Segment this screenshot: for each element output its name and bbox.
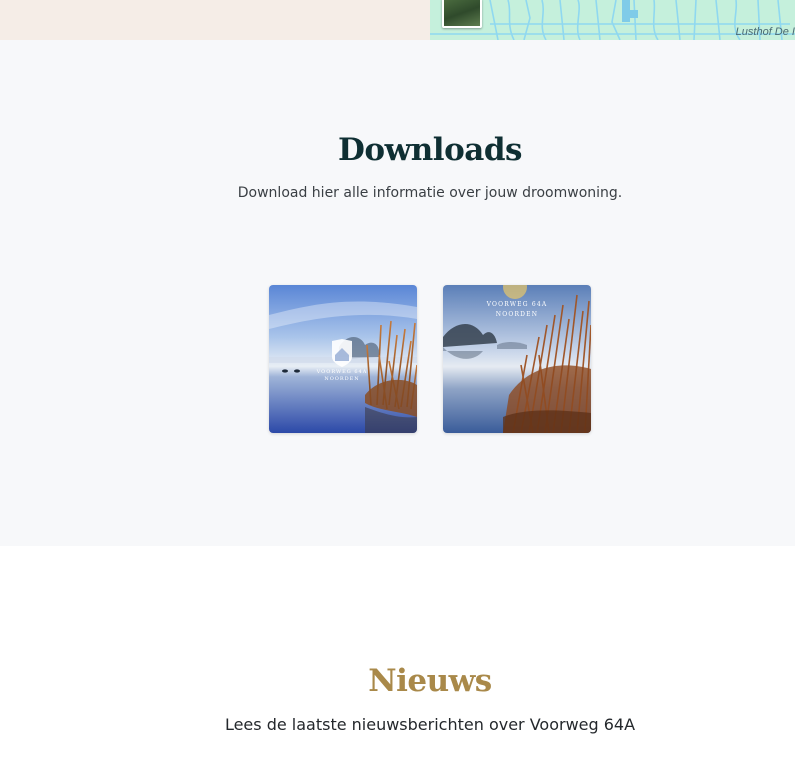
news-title: Nieuws xyxy=(368,663,492,699)
downloads-subtitle: Download hier alle informatie over jouw … xyxy=(237,185,623,201)
cover-overlay-subtext: NOORDEN xyxy=(324,376,359,382)
download-item-2[interactable]: VOORWEG 64A NOORDEN xyxy=(443,285,591,433)
map-embed[interactable]: Lusthof De I xyxy=(430,0,795,40)
cover-overlay-text: VOORWEG 64A xyxy=(316,369,368,375)
download-item-1[interactable]: VOORWEG 64A NOORDEN xyxy=(269,285,417,433)
top-strip: Lusthof De I xyxy=(0,0,795,40)
cover-overlay-subtext: NOORDEN xyxy=(496,311,538,318)
downloads-title: Downloads xyxy=(338,132,522,168)
news-subtitle: Lees de laatste nieuwsberichten over Voo… xyxy=(224,715,636,734)
lake-reeds-cover-image: VOORWEG 64A NOORDEN xyxy=(443,285,591,433)
lake-logo-cover-image: VOORWEG 64A NOORDEN xyxy=(269,285,417,433)
cover-overlay-text: VOORWEG 64A xyxy=(486,301,548,308)
map-place-label: Lusthof De I xyxy=(735,26,795,38)
map-satellite-thumbnail[interactable] xyxy=(442,0,482,28)
top-left-panel xyxy=(0,0,430,40)
downloads-section: Downloads Download hier alle informatie … xyxy=(0,40,795,546)
